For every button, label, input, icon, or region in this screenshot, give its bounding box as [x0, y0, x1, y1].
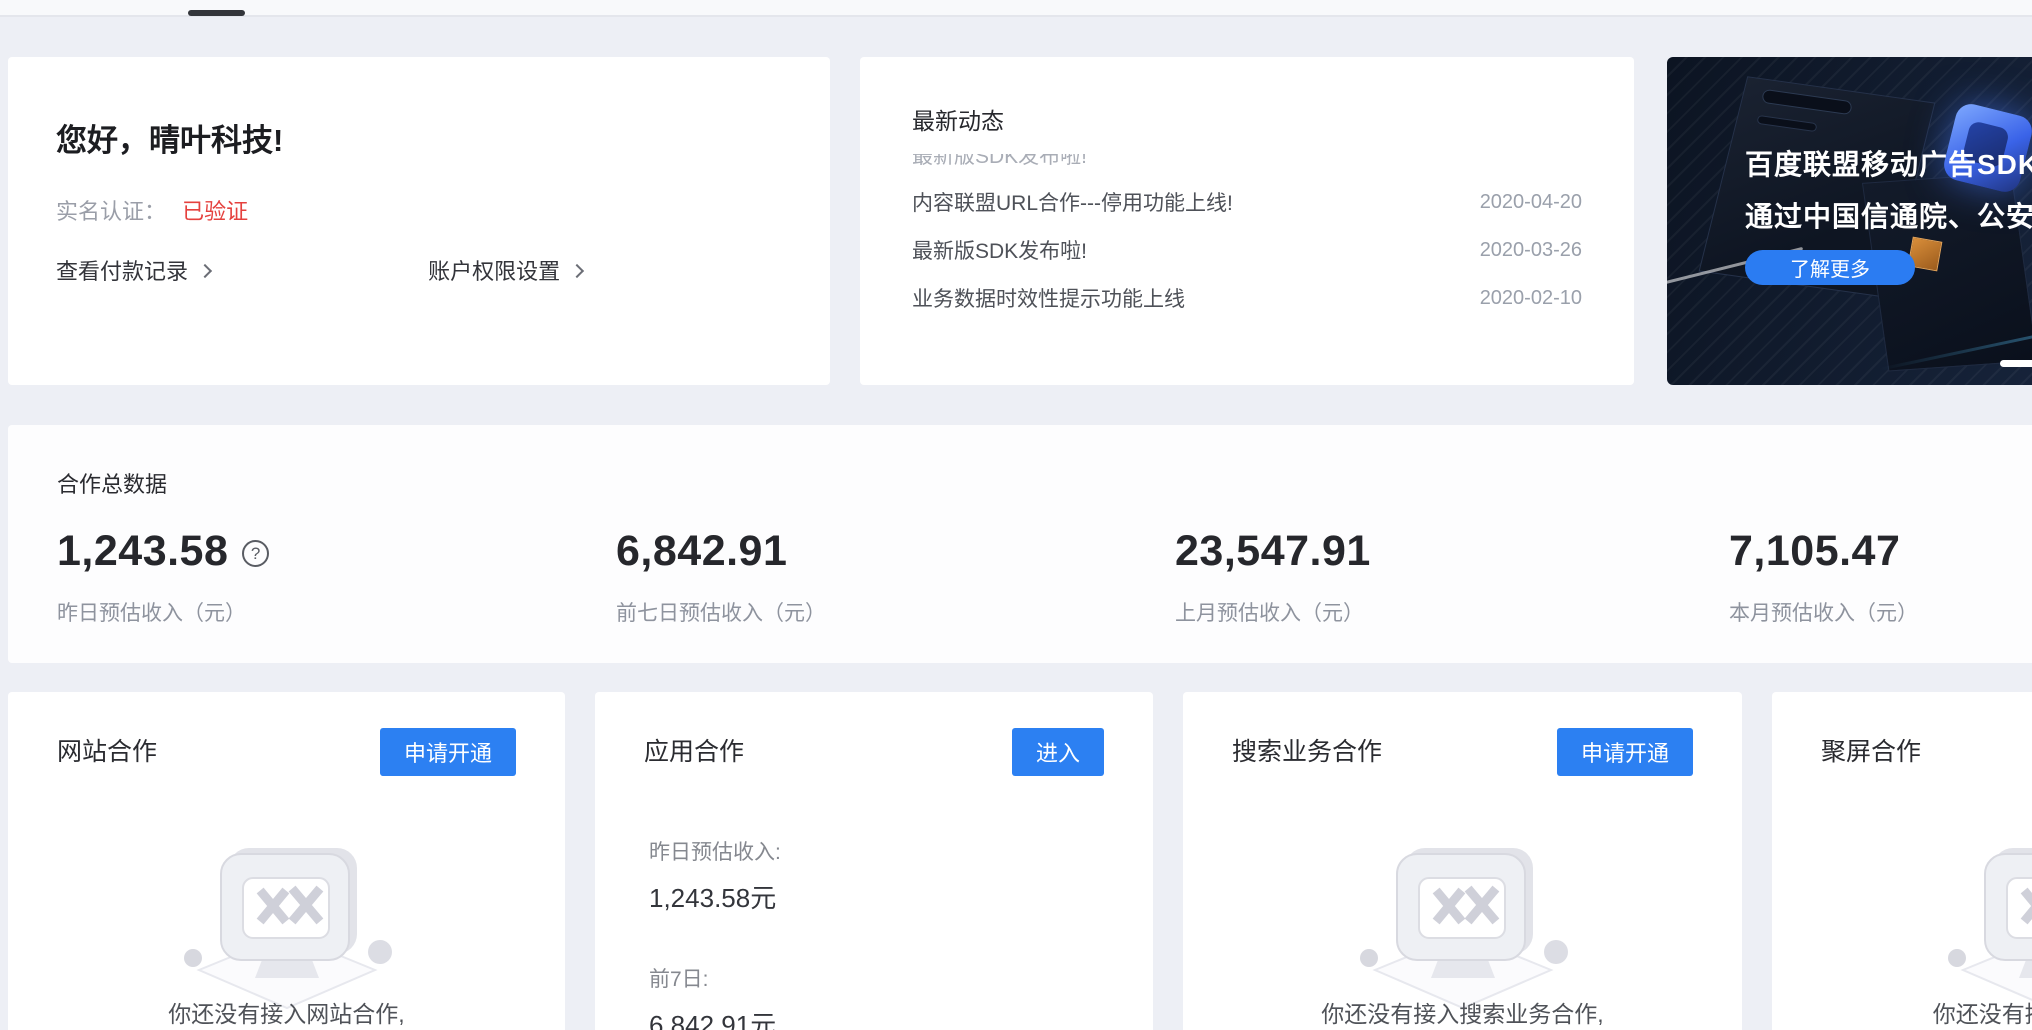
coop-stat-value: 1,243.58元	[649, 878, 781, 915]
stat-value: 23,547.91	[1175, 527, 1371, 576]
coop-stat-label: 昨日预估收入:	[649, 836, 781, 866]
greeting-card: 您好，晴叶科技! 实名认证： 已验证 查看付款记录 账户权限设置	[8, 57, 830, 385]
empty-state-text: 你还没有接入聚屏合作,	[1772, 995, 2032, 1029]
search-coop-card: 搜索业务合作 申请开通 你还没有接入搜索业务合作,	[1183, 692, 1742, 1030]
news-date: 2020-03-26	[1480, 239, 1582, 262]
news-item[interactable]: 业务数据时效性提示功能上线 2020-02-10	[912, 283, 1582, 313]
coop-stat-value: 6,842.91元	[649, 1005, 781, 1030]
carousel-indicator	[2000, 360, 2032, 367]
auth-label: 实名认证：	[56, 199, 166, 224]
stat-label: 昨日预估收入（元）	[57, 597, 246, 627]
coop-stat-label: 前7日:	[649, 963, 781, 993]
realname-auth-row: 实名认证： 已验证	[56, 194, 248, 226]
coop-card-title: 网站合作	[57, 732, 157, 768]
dead-tv-icon	[167, 842, 407, 1012]
help-icon[interactable]: ?	[242, 540, 269, 567]
coop-card-title: 搜索业务合作	[1232, 732, 1382, 768]
latest-news-card: 最新动态 最新版SDK发布啦! 内容联盟URL合作---停用功能上线! 2020…	[860, 57, 1634, 385]
news-title: 最新动态	[912, 102, 1004, 136]
empty-state-text: 你还没有接入搜索业务合作,	[1183, 995, 1742, 1029]
banner-subline: 通过中国信通院、公安	[1745, 195, 2032, 235]
coop-card-title: 聚屏合作	[1821, 732, 1921, 768]
auth-status-badge: 已验证	[182, 199, 248, 224]
screen-coop-card: 聚屏合作 申请开通 你还没有接入聚屏合作,	[1772, 692, 2032, 1030]
coop-card-title: 应用合作	[644, 732, 744, 768]
stat-label: 前七日预估收入（元）	[616, 597, 826, 627]
chevron-right-icon	[198, 264, 212, 278]
top-bar	[0, 0, 2032, 17]
stat-value: 6,842.91	[616, 527, 787, 576]
dead-tv-icon	[1931, 842, 2032, 1012]
enter-button[interactable]: 进入	[1012, 728, 1104, 776]
news-item-scrolling-clipped: 最新版SDK发布啦!	[912, 154, 1472, 168]
learn-more-button[interactable]: 了解更多	[1745, 250, 1915, 285]
account-permission-link[interactable]: 账户权限设置	[428, 254, 582, 286]
empty-state-text: 你还没有接入网站合作,	[8, 995, 565, 1029]
payment-records-link[interactable]: 查看付款记录	[56, 254, 210, 286]
news-item[interactable]: 最新版SDK发布啦! 2020-03-26	[912, 235, 1582, 265]
banner-headline: 百度联盟移动广告SDK	[1745, 143, 2032, 183]
total-stats-panel: 合作总数据 1,243.58? 昨日预估收入（元） 6,842.91 前七日预估…	[8, 425, 2032, 663]
promo-banner[interactable]: 百度联盟移动广告SDK 通过中国信通院、公安 了解更多	[1667, 57, 2032, 385]
tab-indicator	[188, 10, 245, 16]
stat-label: 上月预估收入（元）	[1175, 597, 1364, 627]
chevron-right-icon	[570, 264, 584, 278]
apply-open-button[interactable]: 申请开通	[380, 728, 516, 776]
apply-open-button[interactable]: 申请开通	[1557, 728, 1693, 776]
greeting-title: 您好，晴叶科技!	[56, 115, 283, 160]
news-date: 2020-02-10	[1480, 287, 1582, 310]
dead-tv-icon	[1343, 842, 1583, 1012]
stats-title: 合作总数据	[57, 467, 167, 499]
stat-label: 本月预估收入（元）	[1729, 597, 1918, 627]
news-item[interactable]: 内容联盟URL合作---停用功能上线! 2020-04-20	[912, 187, 1582, 217]
website-coop-card: 网站合作 申请开通 你还没有接入网站合作,	[8, 692, 565, 1030]
app-coop-card: 应用合作 进入 昨日预估收入: 1,243.58元 前7日: 6,842.91元	[595, 692, 1153, 1030]
stat-value: 1,243.58	[57, 527, 228, 575]
stat-value: 7,105.47	[1729, 527, 1900, 576]
news-date: 2020-04-20	[1480, 191, 1582, 214]
